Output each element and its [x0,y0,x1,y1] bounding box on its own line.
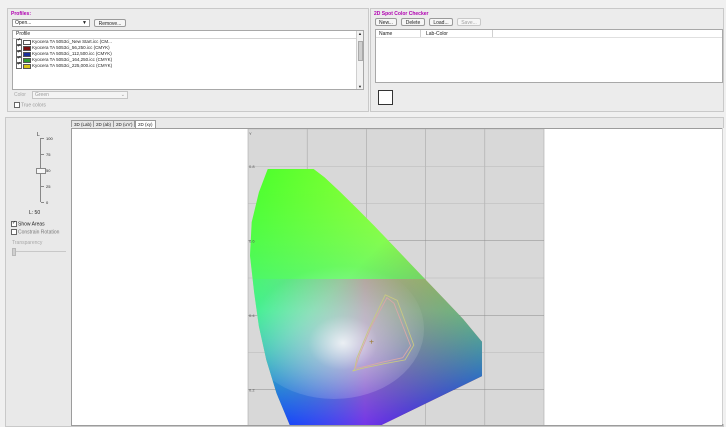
profile-row[interactable]: Kyocera TA 5053ci_New Start.icc (CM... [16,38,112,45]
scroll-thumb[interactable] [358,41,363,61]
column-divider [420,30,421,37]
profile-column-header: Profile [13,31,363,39]
save-button[interactable]: Save... [457,18,481,26]
true-colors-checkbox[interactable]: True colors [14,102,46,108]
color-label: Color [14,92,26,98]
spot-color-list[interactable]: Name Lab-Color [375,29,723,83]
constrain-rotation-label: Constrain Rotation [18,229,60,236]
transparency-handle[interactable] [12,248,16,256]
profile-color-swatch [23,51,31,57]
lightness-tick-label: 75 [46,152,51,157]
profile-list-scrollbar[interactable]: ▲ ▼ [356,31,363,89]
lightness-handle[interactable] [36,168,46,174]
remove-profile-button[interactable]: Remove... [94,19,126,27]
lightness-tick-label: 25 [46,184,51,189]
profile-list[interactable]: Profile Kyocera TA 5053ci_New Start.icc … [12,30,364,90]
profile-checkbox[interactable] [16,62,22,69]
profile-row[interactable]: Kyocera TA 5053ci_225,000.icc (CMYK) [16,62,113,69]
scroll-down-icon[interactable]: ▼ [358,84,362,89]
color-select-value: Green [35,92,49,98]
true-colors-label: True colors [21,102,46,109]
viewer-panel: L 1007550250 L: 50 Show Areas Constrain … [5,117,724,427]
chromaticity-chart: 0.8 0.6 0.4 0.2 Y [247,129,545,425]
load-button[interactable]: Load... [429,18,453,26]
constrain-rotation-checkbox[interactable]: Constrain Rotation [11,229,59,235]
y-axis-label: Y [249,131,252,136]
tab-2d-ab[interactable]: 2D (ab) [93,120,115,127]
show-areas-label: Show Areas [18,221,45,228]
spot-checker-title: 2D Spot Color Checker [374,11,429,17]
spot-checker-panel: 2D Spot Color Checker New... Delete Load… [370,8,724,112]
profile-color-swatch [23,63,31,69]
tab-2d-uv[interactable]: 2D (u'v') [113,120,136,127]
delete-button[interactable]: Delete [401,18,425,26]
header-separator [376,37,722,38]
profile-label: Kyocera TA 5053ci_56,250.icc (CMYK) [32,45,110,51]
lightness-value: L: 50 [29,210,41,216]
profile-label: Kyocera TA 5053ci_164,250.icc (CMYK) [32,57,113,63]
scroll-up-icon[interactable]: ▲ [358,31,362,36]
profiles-title: Profiles: [11,11,32,17]
transparency-label: Transparency [12,240,43,246]
transparency-slider[interactable] [12,248,66,256]
open-profile-value: Open... [15,20,32,26]
y-tick-label: 0.4 [249,313,255,318]
lightness-tick-label: 50 [46,168,51,173]
profile-label: Kyocera TA 5053ci_225,000.icc (CMYK) [32,63,113,69]
color-swatch-preview[interactable] [378,90,393,105]
profile-row[interactable]: Kyocera TA 5053ci_164,250.icc (CMYK) [16,56,113,63]
lightness-tick-label: 0 [46,200,49,205]
true-colors-box[interactable] [14,102,20,108]
tab-3d-lab[interactable]: 3D (Lab) [71,120,95,127]
lightness-tick [41,138,44,139]
view-tabs: 3D (Lab) 2D (ab) 2D (u'v') 2D (xy) [71,120,721,128]
profile-color-swatch [23,57,31,63]
lightness-tick-label: 100 [46,136,53,141]
show-areas-box[interactable] [11,220,17,227]
chevron-down-icon: ▼ [82,20,87,26]
profile-color-swatch [23,39,31,45]
lightness-tick [41,186,44,187]
profiles-panel: Profiles: Open... ▼ Remove... Profile Ky… [7,8,369,112]
show-areas-checkbox[interactable]: Show Areas [11,220,45,228]
lightness-tick [41,202,44,203]
profile-row[interactable]: Kyocera TA 5053ci_56,250.icc (CMYK) [16,44,110,51]
chevron-down-icon: ⌄ [120,92,125,98]
chart-viewport[interactable]: 0.8 0.6 0.4 0.2 Y [71,128,723,426]
column-divider [492,30,493,37]
profile-label: Kyocera TA 5053ci_112,500.icc (CMYK) [32,51,112,57]
profile-color-swatch [23,45,31,51]
y-tick-label: 0.2 [249,387,255,392]
constrain-rotation-box[interactable] [11,229,17,235]
open-profile-select[interactable]: Open... ▼ [12,19,90,27]
y-tick-label: 0.6 [249,238,255,243]
profile-label: Kyocera TA 5053ci_New Start.icc (CM... [32,39,112,45]
profile-row[interactable]: Kyocera TA 5053ci_112,500.icc (CMYK) [16,50,112,57]
color-select[interactable]: Green ⌄ [32,91,128,99]
new-button[interactable]: New... [375,18,397,26]
tab-2d-xy[interactable]: 2D (xy) [135,120,156,128]
y-tick-label: 0.8 [249,164,255,169]
lightness-tick [41,154,44,155]
viewer-scrollbar[interactable] [722,128,724,424]
